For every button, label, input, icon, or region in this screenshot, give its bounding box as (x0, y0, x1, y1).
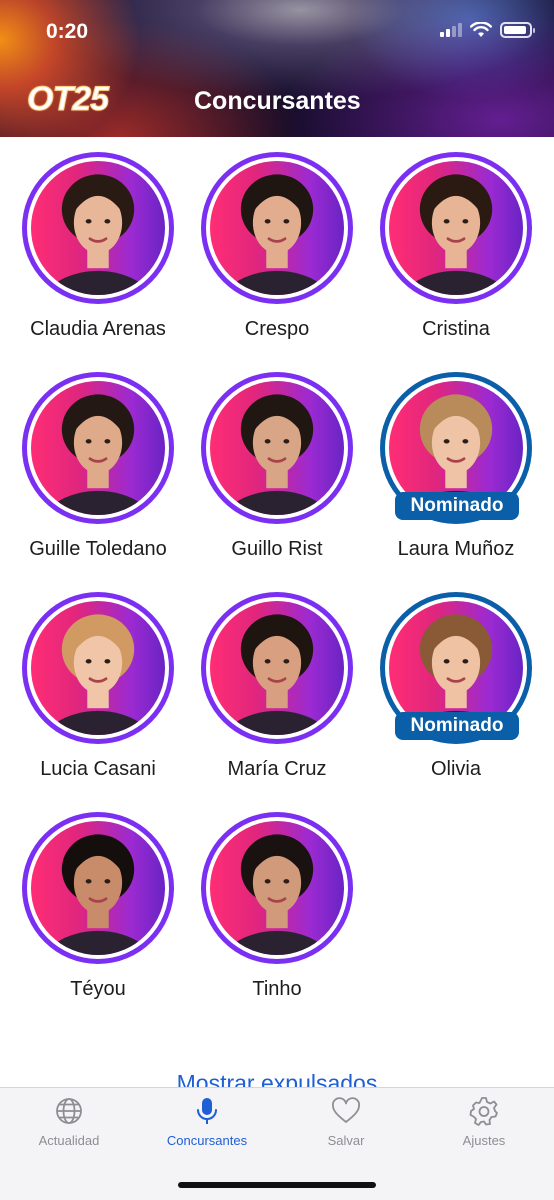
contestant-avatar: Nominado (380, 592, 532, 744)
contestant-avatar (201, 812, 353, 964)
tab-label: Ajustes (462, 1133, 506, 1148)
wifi-icon (470, 22, 492, 37)
contestant-card[interactable]: Guille Toledano (0, 357, 180, 567)
avatar-ring (206, 817, 348, 959)
contestant-card[interactable]: Guillo Rist (179, 357, 359, 567)
contestant-card[interactable]: Nominado Laura Muñoz (358, 357, 538, 567)
nominated-badge: Nominado (395, 712, 519, 740)
contestant-card[interactable]: María Cruz (179, 577, 359, 787)
app-header: 0:20 OT25 Concursantes (0, 0, 554, 137)
contestant-card[interactable]: Claudia Arenas (0, 137, 180, 347)
contestant-name: Guillo Rist (231, 538, 323, 560)
contestant-name: Claudia Arenas (30, 318, 166, 340)
contestant-avatar (201, 592, 353, 744)
contestant-avatar (201, 372, 353, 524)
contestant-avatar (22, 812, 174, 964)
contestant-avatar (22, 372, 174, 524)
tab-concursantes[interactable]: Concursantes (138, 1096, 276, 1148)
contestant-photo (31, 601, 165, 735)
contestant-name: Cristina (422, 318, 490, 340)
tab-label: Salvar (327, 1133, 365, 1148)
ot25-logo: OT25 (26, 80, 109, 119)
avatar-ring (27, 157, 169, 299)
contestant-photo (389, 161, 523, 295)
tab-salvar[interactable]: Salvar (277, 1096, 415, 1148)
contestant-avatar (22, 592, 174, 744)
contestant-card[interactable]: Lucia Casani (0, 577, 180, 787)
contestant-avatar (380, 152, 532, 304)
contestant-photo (31, 381, 165, 515)
contestant-name: María Cruz (227, 758, 327, 780)
contestant-name: Laura Muñoz (397, 538, 515, 560)
page-title: Concursantes (194, 87, 361, 115)
nominated-badge: Nominado (395, 492, 519, 520)
tab-ajustes[interactable]: Ajustes (415, 1096, 553, 1148)
contestant-name: Crespo (244, 318, 310, 340)
contestant-avatar (201, 152, 353, 304)
battery-icon (500, 22, 535, 38)
globe-icon (56, 1098, 82, 1124)
avatar-ring (206, 157, 348, 299)
tab-label: Actualidad (38, 1133, 100, 1148)
tab-label: Concursantes (166, 1133, 248, 1148)
contestant-card[interactable]: Tinho (179, 797, 359, 1007)
gear-icon (469, 1097, 498, 1126)
contestant-avatar (22, 152, 174, 304)
home-indicator (178, 1182, 376, 1188)
status-time: 0:20 (46, 20, 89, 43)
avatar-ring (27, 597, 169, 739)
tab-actualidad[interactable]: Actualidad (0, 1096, 138, 1148)
contestant-photo (210, 161, 344, 295)
avatar-ring (27, 377, 169, 519)
avatar-ring (385, 157, 527, 299)
avatar-ring (206, 597, 348, 739)
contestant-name: Olivia (430, 758, 481, 780)
status-icons (440, 22, 535, 38)
contestant-card[interactable]: Téyou (0, 797, 180, 1007)
heart-icon (332, 1097, 360, 1123)
contestant-name: Téyou (70, 978, 126, 1000)
contestant-card[interactable]: Cristina (358, 137, 538, 347)
contestant-photo (31, 821, 165, 955)
contestant-photo (210, 821, 344, 955)
contestant-card[interactable]: Nominado Olivia (358, 577, 538, 787)
contestant-card[interactable]: Crespo (179, 137, 359, 347)
contestant-photo (210, 601, 344, 735)
contestant-photo (31, 161, 165, 295)
contestant-name: Guille Toledano (29, 538, 167, 560)
contestant-avatar: Nominado (380, 372, 532, 524)
avatar-ring (206, 377, 348, 519)
contestant-photo (210, 381, 344, 515)
cellular-signal-icon (440, 23, 462, 37)
contestant-name: Tinho (252, 978, 302, 1000)
battery-level (504, 26, 526, 34)
microphone-icon (197, 1098, 217, 1124)
contestant-name: Lucia Casani (40, 758, 156, 780)
avatar-ring (27, 817, 169, 959)
